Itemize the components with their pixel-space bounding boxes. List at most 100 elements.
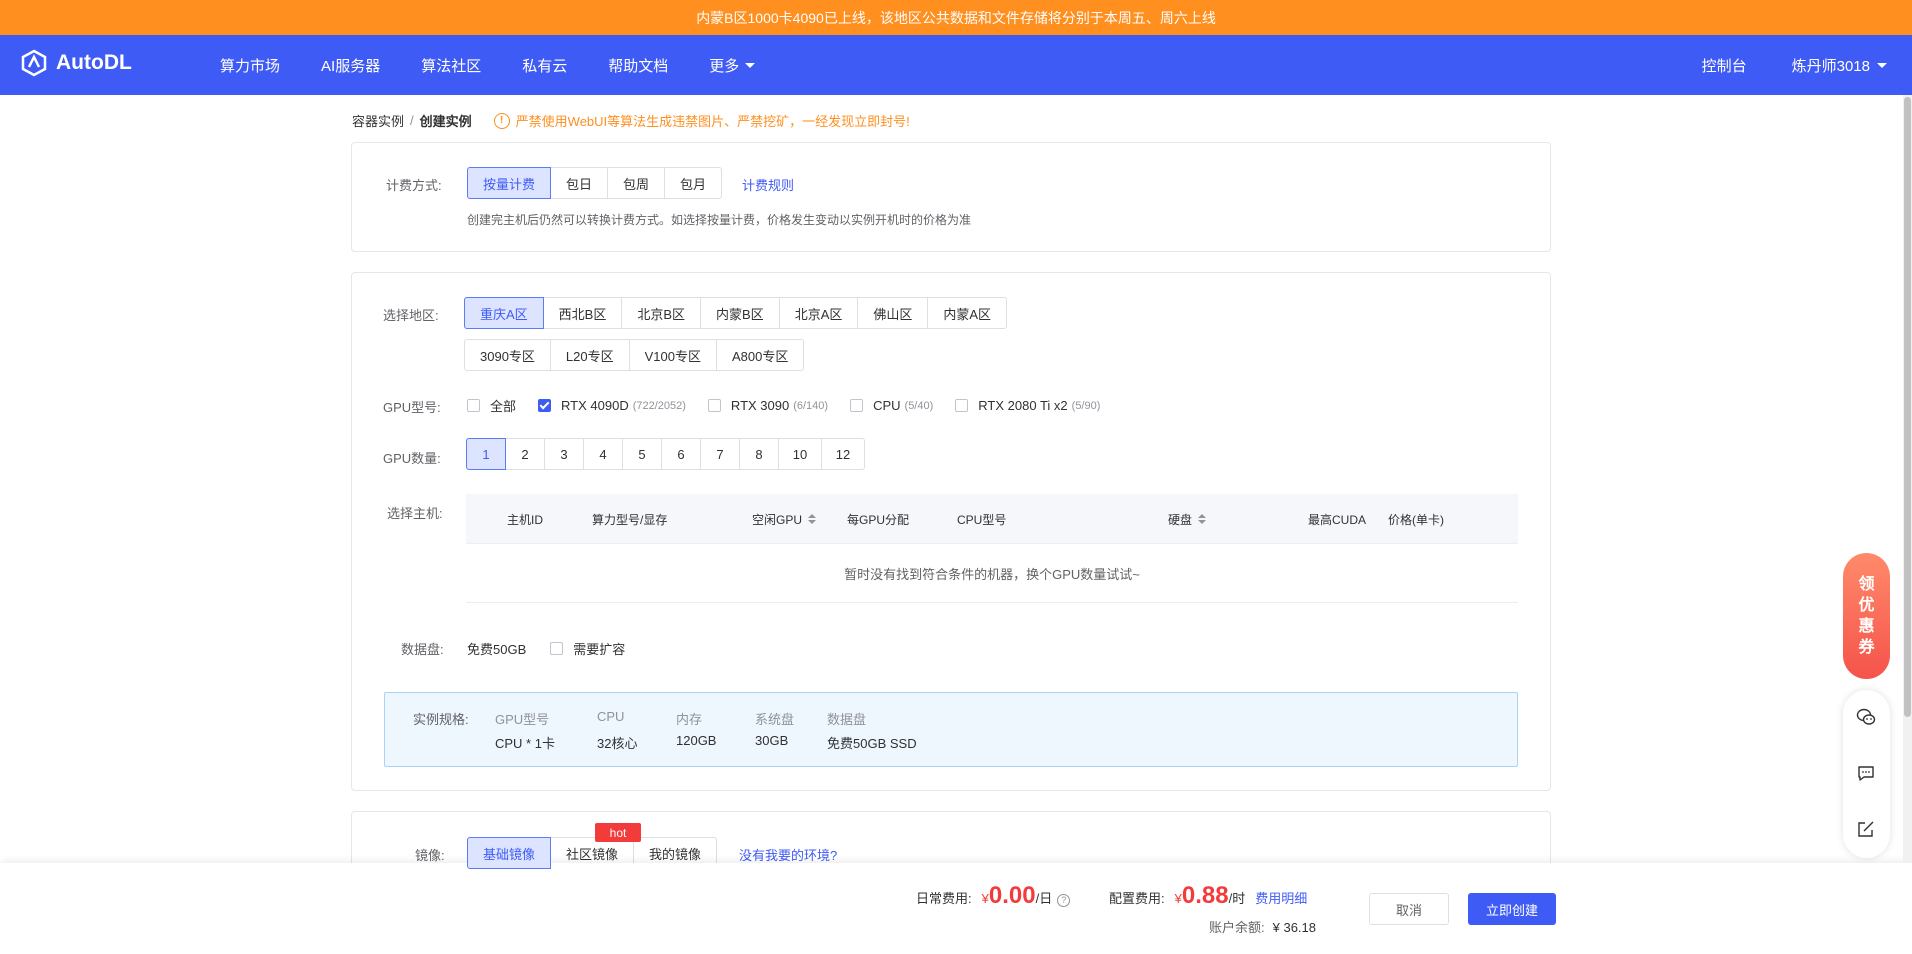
billing-label: 计费方式: <box>386 178 442 193</box>
gpu-type-option[interactable]: 全部 <box>467 396 516 415</box>
checkbox[interactable] <box>707 399 721 412</box>
scrollbar-thumb[interactable] <box>1904 97 1911 717</box>
gpu-type-name: 全部 <box>490 399 517 414</box>
gpu-count-option[interactable]: 12 <box>821 438 865 470</box>
gpu-count-option[interactable]: 8 <box>739 438 779 470</box>
checkbox[interactable] <box>550 642 564 655</box>
region-option[interactable]: 西北B区 <box>542 297 623 329</box>
nav-item-ai-server[interactable]: AI服务器 <box>321 55 380 76</box>
checkbox[interactable] <box>467 399 480 412</box>
coupon-char: 惠 <box>1858 618 1875 635</box>
gpu-count-label: GPU数量: <box>383 451 441 466</box>
gpu-count-option[interactable]: 2 <box>505 438 545 470</box>
spec-key: 系统盘 <box>755 712 795 727</box>
nav-label: 算力市场 <box>220 57 281 75</box>
nav-item-private-cloud[interactable]: 私有云 <box>522 55 567 76</box>
fee-detail-link[interactable]: 费用明细 <box>1255 888 1307 907</box>
currency-symbol: ¥ <box>1174 891 1182 906</box>
gpu-count-option[interactable]: 4 <box>583 438 623 470</box>
spec-key: GPU型号 <box>495 712 550 727</box>
billing-option-hourly[interactable]: 按量计费 <box>467 167 552 199</box>
checkbox-checked[interactable] <box>538 399 552 412</box>
host-table-empty: 暂时没有找到符合条件的机器，换个GPU数量试试~ <box>466 544 1518 603</box>
region-option[interactable]: 北京B区 <box>621 297 702 329</box>
spec-value: CPU * 1卡 <box>495 736 555 751</box>
console-link[interactable]: 控制台 <box>1702 55 1747 76</box>
column-free-gpu[interactable]: 空闲GPU <box>752 494 817 544</box>
region-option[interactable]: 北京A区 <box>778 297 859 329</box>
billing-option-monthly[interactable]: 包月 <box>664 167 723 199</box>
checkbox[interactable] <box>955 399 969 412</box>
balance-value: ¥ 36.18 <box>1272 920 1316 935</box>
account-balance: 账户余额: ¥ 36.18 <box>1209 917 1316 936</box>
checkbox[interactable] <box>850 399 864 412</box>
gpu-type-option[interactable]: CPU (5/40) <box>850 398 933 413</box>
host-label: 选择主机: <box>387 506 443 521</box>
nav-item-more[interactable]: 更多 <box>709 55 756 76</box>
region-option[interactable]: A800专区 <box>716 339 805 371</box>
column-label: 价格(单卡) <box>1388 512 1444 527</box>
region-option[interactable]: L20专区 <box>549 339 630 371</box>
region-option[interactable]: 内蒙A区 <box>927 297 1008 329</box>
region-option[interactable]: 3090专区 <box>464 339 551 371</box>
coupon-widget[interactable]: 领 优 惠 券 <box>1843 553 1890 679</box>
billing-rules-link[interactable]: 计费规则 <box>742 175 794 194</box>
disk-options: 免费50GB 需要扩容 <box>467 639 647 658</box>
region-label: 选择地区: <box>383 308 439 323</box>
config-fee-label: 配置费用: <box>1109 891 1165 906</box>
image-option-base[interactable]: 基础镜像 <box>467 837 552 869</box>
gpu-type-option[interactable]: RTX 3090 (6/140) <box>707 398 828 413</box>
billing-option-daily[interactable]: 包日 <box>550 167 609 199</box>
nav-item-community[interactable]: 算法社区 <box>421 55 481 76</box>
gpu-count-option[interactable]: 1 <box>466 438 506 470</box>
nav-label: 私有云 <box>522 57 568 75</box>
nav-right: 控制台 炼丹师3018 <box>1702 35 1887 95</box>
column-disk[interactable]: 硬盘 <box>1168 494 1207 544</box>
gpu-count-option[interactable]: 6 <box>661 438 701 470</box>
chevron-down-icon <box>1877 62 1887 68</box>
nav-item-market[interactable]: 算力市场 <box>220 55 280 76</box>
spec-value: 120GB <box>676 733 717 748</box>
gpu-type-option[interactable]: RTX 2080 Ti x2 (5/90) <box>955 398 1100 413</box>
wechat-icon[interactable] <box>1856 707 1876 727</box>
gpu-count-option[interactable]: 10 <box>778 438 822 470</box>
column-gpu-model: 算力型号/显存 <box>592 494 667 544</box>
user-menu[interactable]: 炼丹师3018 <box>1792 55 1887 76</box>
currency-symbol: ¥ <box>981 891 989 906</box>
nav-label: AI服务器 <box>321 57 381 75</box>
help-icon[interactable]: ? <box>1057 893 1071 907</box>
nav-label: 帮助文档 <box>608 57 669 75</box>
billing-option-weekly[interactable]: 包周 <box>607 167 666 199</box>
banner-text: 内蒙B区1000卡4090已上线，该地区公共数据和文件存储将分别于本周五、周六上… <box>696 9 1216 26</box>
sort-icon[interactable] <box>1198 514 1207 524</box>
disk-expand-option[interactable]: 需要扩容 <box>550 639 625 658</box>
spec-value: 免费50GB SSD <box>827 736 917 751</box>
region-option[interactable]: 佛山区 <box>857 297 929 329</box>
page-scrollbar[interactable] <box>1903 95 1912 863</box>
daily-fee-unit: /日 <box>1035 891 1053 906</box>
region-option[interactable]: V100专区 <box>628 339 717 371</box>
message-icon[interactable] <box>1856 763 1876 783</box>
region-option[interactable]: 重庆A区 <box>464 297 544 329</box>
gpu-count-option[interactable]: 3 <box>544 438 584 470</box>
edit-icon[interactable] <box>1856 819 1876 839</box>
side-toolbar <box>1843 690 1890 858</box>
coupon-char: 券 <box>1858 639 1875 656</box>
create-instance-button[interactable]: 立即创建 <box>1468 893 1556 925</box>
cancel-button[interactable]: 取消 <box>1369 893 1449 925</box>
column-label: 每GPU分配 <box>847 512 910 527</box>
breadcrumb-parent[interactable]: 容器实例 <box>352 111 404 130</box>
nav-item-docs[interactable]: 帮助文档 <box>608 55 668 76</box>
gpu-type-option[interactable]: RTX 4090D (722/2052) <box>538 398 686 413</box>
autodl-logo-icon <box>21 49 47 77</box>
gpu-type-name: RTX 3090 <box>730 398 790 413</box>
region-option[interactable]: 内蒙B区 <box>700 297 780 329</box>
brand-logo[interactable]: AutoDL <box>20 49 132 77</box>
region-options-row2: 3090专区 L20专区 V100专区 A800专区 <box>464 339 805 371</box>
gpu-count-option[interactable]: 7 <box>700 438 740 470</box>
column-price: 价格(单卡) <box>1388 494 1444 544</box>
column-cpu-model: CPU型号 <box>957 494 1006 544</box>
missing-env-link[interactable]: 没有我要的环境? <box>739 845 837 864</box>
sort-icon[interactable] <box>808 514 817 524</box>
gpu-count-option[interactable]: 5 <box>622 438 662 470</box>
